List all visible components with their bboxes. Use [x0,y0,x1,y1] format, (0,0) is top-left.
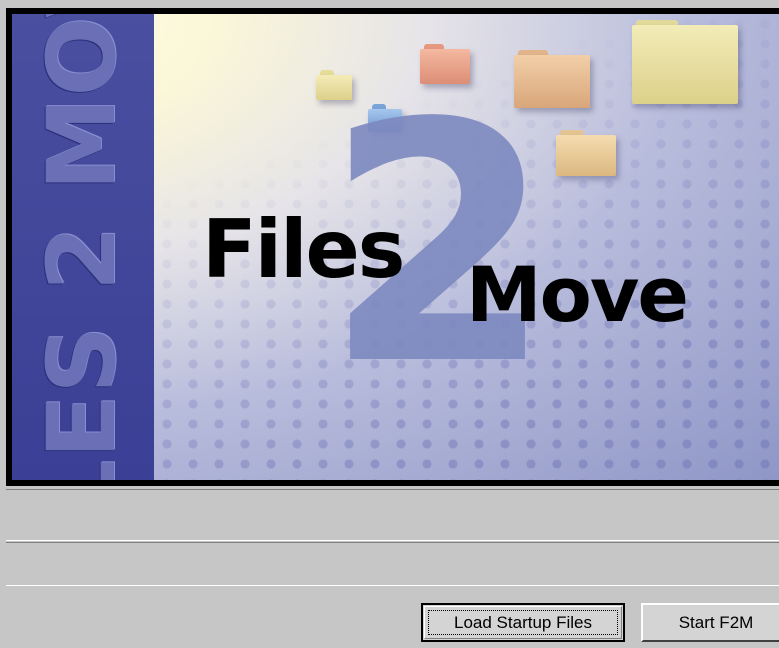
side-bar: FILES 2 MOVE [12,14,154,480]
logo-word-move: Move [466,250,689,339]
folder-icon [632,20,738,104]
status-panel-2 [6,542,779,586]
side-logo-text: FILES 2 MOVE [28,14,137,480]
app-window: FILES 2 MOVE 2 Files Move Load Startup F… [0,0,779,648]
start-f2m-label: Start F2M [678,612,754,632]
folder-icon [556,130,616,176]
start-f2m-button[interactable]: Start F2M [641,603,779,642]
splash-banner: FILES 2 MOVE 2 Files Move [6,8,779,486]
status-panel-1 [6,489,779,541]
load-startup-files-label: Load Startup Files [454,612,592,632]
load-startup-files-button[interactable]: Load Startup Files [421,603,625,642]
splash-image: FILES 2 MOVE 2 Files Move [12,14,779,480]
logo-word-files: Files [202,203,405,296]
